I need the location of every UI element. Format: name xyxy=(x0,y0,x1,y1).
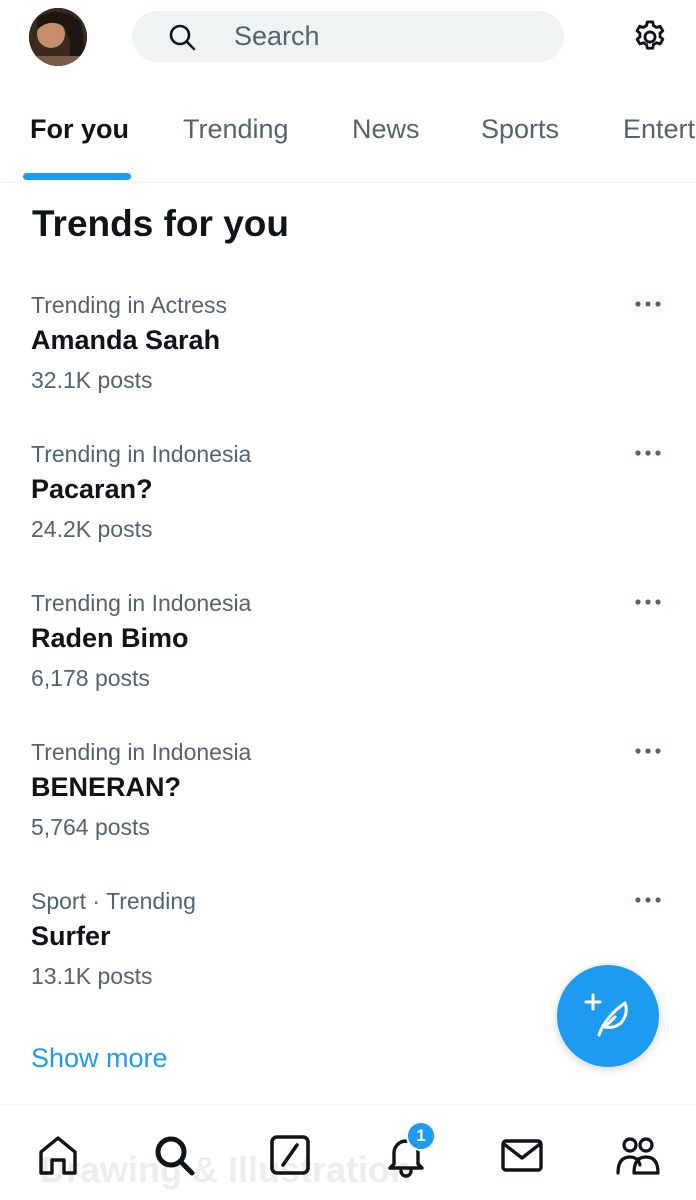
trend-name: BENERAN? xyxy=(31,772,182,802)
more-options-icon[interactable] xyxy=(630,443,666,459)
tab-sports[interactable]: Sports xyxy=(481,114,559,145)
trend-context: Trending in Indonesia xyxy=(31,739,252,765)
trend-context: Sport · Trending xyxy=(31,888,196,914)
trend-name: Pacaran? xyxy=(31,474,153,504)
trend-post-count: 13.1K posts xyxy=(31,963,153,989)
nav-grok[interactable] xyxy=(266,1131,314,1179)
nav-messages[interactable] xyxy=(498,1131,546,1179)
communities-icon xyxy=(616,1137,660,1175)
top-bar xyxy=(0,0,696,80)
active-tab-indicator xyxy=(23,173,131,180)
search-input[interactable] xyxy=(234,11,534,62)
trend-item[interactable]: Trending in Indonesia Raden Bimo 6,178 p… xyxy=(0,590,696,739)
tab-trending[interactable]: Trending xyxy=(183,114,289,145)
trend-post-count: 32.1K posts xyxy=(31,367,153,393)
trend-name: Surfer xyxy=(31,921,111,951)
more-options-icon[interactable] xyxy=(630,592,666,608)
ghost-overlay-text: Drawing & Illustration xyxy=(40,1149,413,1190)
explore-page: For you Trending News Sports Entert Tren… xyxy=(0,0,696,1200)
avatar-image xyxy=(29,8,87,66)
tab-entertainment[interactable]: Entert xyxy=(623,114,695,145)
trend-item[interactable]: Trending in Indonesia Pacaran? 24.2K pos… xyxy=(0,441,696,590)
explore-tabs: For you Trending News Sports Entert xyxy=(0,90,696,183)
nav-home[interactable] xyxy=(34,1131,82,1179)
section-title: Trends for you xyxy=(32,203,289,244)
trend-name: Raden Bimo xyxy=(31,623,189,653)
bottom-navigation: Drawing & Illustration 1 xyxy=(0,1104,696,1200)
trend-context: Trending in Indonesia xyxy=(31,441,252,467)
trend-item[interactable]: Trending in Actress Amanda Sarah 32.1K p… xyxy=(0,292,696,441)
gear-icon[interactable] xyxy=(631,18,669,56)
notification-badge: 1 xyxy=(406,1121,436,1151)
trend-context: Trending in Indonesia xyxy=(31,590,252,616)
trend-post-count: 24.2K posts xyxy=(31,516,153,542)
more-options-icon[interactable] xyxy=(630,294,666,310)
search-icon xyxy=(155,1136,195,1176)
tab-news[interactable]: News xyxy=(352,114,420,145)
compose-post-button[interactable] xyxy=(557,965,659,1067)
show-more-link[interactable]: Show more xyxy=(31,1043,168,1074)
compose-feather-icon xyxy=(584,993,628,1037)
mail-icon xyxy=(501,1139,543,1172)
tab-for-you[interactable]: For you xyxy=(30,114,129,145)
trend-name: Amanda Sarah xyxy=(31,325,221,355)
trend-post-count: 6,178 posts xyxy=(31,665,150,691)
trend-post-count: 5,764 posts xyxy=(31,814,150,840)
avatar[interactable] xyxy=(29,8,87,66)
home-icon xyxy=(39,1136,77,1175)
nav-communities[interactable] xyxy=(614,1131,662,1179)
more-options-icon[interactable] xyxy=(630,890,666,906)
search-bar[interactable] xyxy=(132,11,564,62)
nav-search[interactable] xyxy=(150,1131,198,1179)
more-options-icon[interactable] xyxy=(630,741,666,757)
trend-context: Trending in Actress xyxy=(31,292,228,318)
search-icon xyxy=(169,24,196,51)
trend-item[interactable]: Trending in Indonesia BENERAN? 5,764 pos… xyxy=(0,739,696,888)
grok-icon xyxy=(270,1135,310,1175)
